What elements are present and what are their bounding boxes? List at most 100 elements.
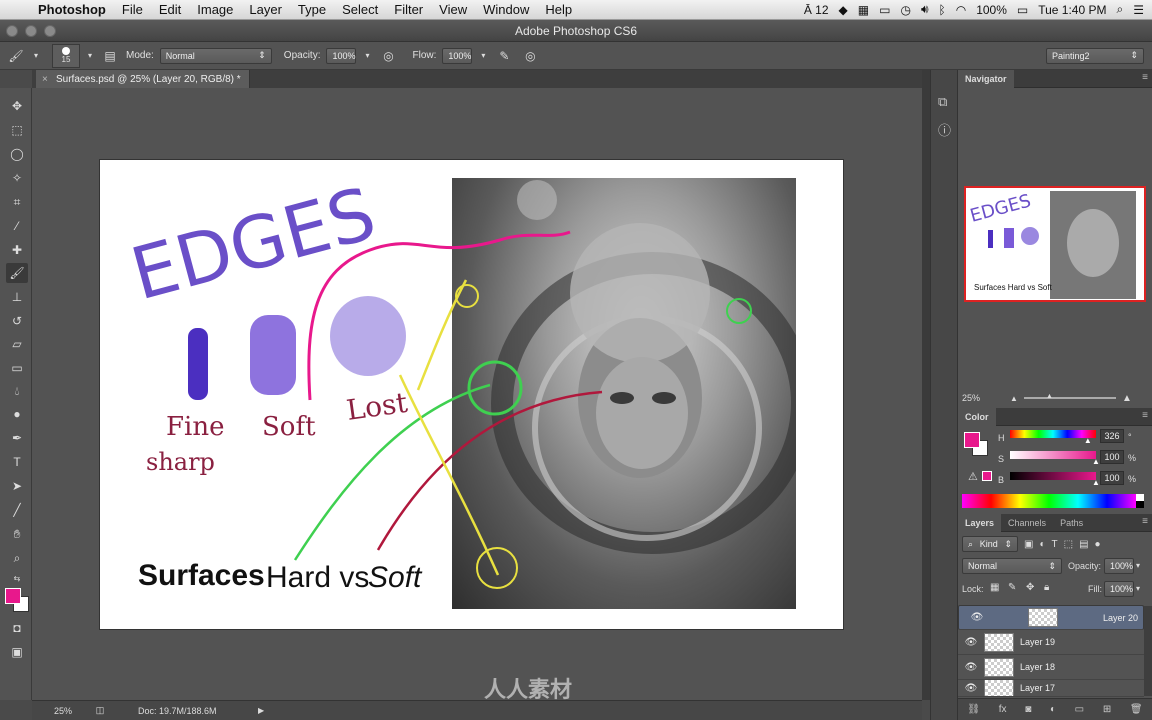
brush-size-picker[interactable]: 15 xyxy=(52,43,80,68)
eyedropper-tool-icon[interactable]: ⁄ xyxy=(6,216,28,236)
wifi-icon[interactable]: ◠ xyxy=(956,3,966,17)
mode-select[interactable]: Normal ⇕ xyxy=(159,47,272,64)
panel-menu-icon[interactable]: ≡ xyxy=(1142,410,1148,421)
history-brush-tool-icon[interactable]: ↺ xyxy=(6,311,28,331)
zoom-in-icon[interactable]: ▲ xyxy=(1122,393,1132,404)
volume-icon[interactable]: 🔊︎ xyxy=(921,2,929,17)
layer-row[interactable]: 👁︎ Layer 17 xyxy=(958,680,1144,697)
close-tab-icon[interactable]: × xyxy=(42,74,48,85)
slider-handle-icon[interactable]: ▲ xyxy=(1046,393,1053,400)
pressure-opacity-icon[interactable]: ◎ xyxy=(378,46,398,66)
new-group-icon[interactable]: ▭ xyxy=(1075,704,1084,715)
filter-smart-object-icon[interactable]: ▤ xyxy=(1079,539,1088,550)
battery-level[interactable]: 100% xyxy=(976,3,1007,17)
navigator-zoom-slider[interactable]: ▲ xyxy=(1023,393,1116,400)
navigator-thumbnail[interactable]: EDGES Surfaces Hard vs Soft xyxy=(964,186,1146,302)
menu-help[interactable]: Help xyxy=(537,2,580,17)
trash-icon[interactable]: 🗑︎ xyxy=(1130,704,1143,715)
layer-row[interactable]: 👁︎ Layer 19 xyxy=(958,630,1144,655)
healing-brush-tool-icon[interactable]: ✚ xyxy=(6,240,28,260)
tab-layers[interactable]: Layers xyxy=(958,513,1002,532)
screen-mode-icon[interactable]: ▣ xyxy=(6,642,28,662)
canvas-area[interactable]: EDGES Fine sharp Soft Lost Surfaces Hard… xyxy=(32,88,922,702)
zoom-window-button[interactable] xyxy=(44,25,56,37)
chevron-down-icon[interactable]: ▾ xyxy=(1136,584,1140,593)
menu-view[interactable]: View xyxy=(431,2,475,17)
menu-edit[interactable]: Edit xyxy=(151,2,189,17)
info-panel-icon[interactable]: ⓘ xyxy=(938,120,951,139)
move-tool-icon[interactable]: ✥ xyxy=(6,96,28,116)
pressure-size-icon[interactable]: ◎ xyxy=(520,46,540,66)
notification-center-icon[interactable]: ☰ xyxy=(1133,3,1144,17)
foreground-color-swatch[interactable] xyxy=(5,588,21,604)
zoom-tool-icon[interactable]: ⌕ xyxy=(6,548,28,568)
menu-select[interactable]: Select xyxy=(334,2,386,17)
filter-shape-icon[interactable]: ⬚ xyxy=(1064,539,1073,550)
lock-position-icon[interactable]: ✥ xyxy=(1026,582,1034,593)
screen-icon[interactable]: ▭ xyxy=(879,3,890,17)
swap-colors-icon[interactable]: ⇆ xyxy=(6,568,28,588)
marquee-tool-icon[interactable]: ⬚ xyxy=(6,120,28,140)
ramp-black-swatch[interactable] xyxy=(1136,501,1144,508)
layer-blend-mode-select[interactable]: Normal ⇕ xyxy=(962,558,1062,574)
pen-tool-icon[interactable]: ✒ xyxy=(6,428,28,448)
hue-value[interactable]: 326 xyxy=(1100,429,1124,443)
opacity-slider-toggle[interactable]: ▾ xyxy=(362,46,372,66)
spotlight-icon[interactable]: ⌕ xyxy=(1117,2,1124,17)
eraser-tool-icon[interactable]: ▱ xyxy=(6,334,28,354)
layer-row[interactable]: 👁︎ Layer 18 xyxy=(958,655,1144,680)
status-options-icon[interactable]: ◫ xyxy=(92,705,108,716)
panel-menu-icon[interactable]: ≡ xyxy=(1142,72,1148,83)
path-selection-tool-icon[interactable]: ➤ xyxy=(6,476,28,496)
airbrush-icon[interactable]: ✎ xyxy=(494,46,514,66)
adjustment-layer-icon[interactable]: ◐ xyxy=(1050,704,1056,715)
brush-panel-toggle-icon[interactable]: ▤ xyxy=(100,46,120,66)
new-layer-icon[interactable]: ⊞ xyxy=(1103,704,1111,715)
visibility-eye-icon[interactable]: 👁︎ xyxy=(958,637,984,648)
type-tool-icon[interactable]: T xyxy=(6,452,28,472)
visibility-eye-icon[interactable]: 👁︎ xyxy=(958,662,984,673)
play-icon[interactable]: ▶ xyxy=(258,706,264,715)
clock[interactable]: Tue 1:40 PM xyxy=(1038,3,1106,17)
time-machine-icon[interactable]: ◷ xyxy=(900,3,910,17)
tab-navigator[interactable]: Navigator xyxy=(958,69,1014,88)
close-window-button[interactable] xyxy=(6,25,18,37)
gamut-warning-icon[interactable]: ⚠ xyxy=(968,470,978,483)
blur-tool-icon[interactable]: 💧︎ xyxy=(6,381,28,401)
app-menu[interactable]: Photoshop xyxy=(30,2,114,17)
dodge-tool-icon[interactable]: ● xyxy=(6,404,28,424)
menu-file[interactable]: File xyxy=(114,2,151,17)
canvas-vertical-scrollbar[interactable] xyxy=(922,70,930,700)
magic-wand-tool-icon[interactable]: ✧ xyxy=(6,168,28,188)
menu-window[interactable]: Window xyxy=(475,2,537,17)
visibility-eye-icon[interactable]: 👁︎ xyxy=(964,612,990,623)
layer-row[interactable]: 👁︎ Layer 20 xyxy=(958,605,1144,630)
filter-pixel-icon[interactable]: ▣ xyxy=(1024,539,1033,550)
hue-slider[interactable]: ▲ xyxy=(1010,430,1096,445)
visibility-eye-icon[interactable]: 👁︎ xyxy=(958,683,984,694)
adobe-status-icon[interactable]: Ā 12 xyxy=(804,3,829,17)
brightness-value[interactable]: 100 xyxy=(1100,471,1124,485)
lock-transparent-icon[interactable]: ▦ xyxy=(990,582,999,593)
line-tool-icon[interactable]: ╱ xyxy=(6,500,28,520)
slider-handle-icon[interactable]: ▲ xyxy=(1092,478,1100,487)
zoom-out-icon[interactable]: ▲ xyxy=(1010,394,1018,403)
link-layers-icon[interactable]: ⛓︎ xyxy=(967,704,980,715)
brush-tool-icon[interactable]: 🖌︎ xyxy=(6,263,28,283)
chevron-down-icon[interactable]: ▾ xyxy=(1136,561,1140,570)
lasso-tool-icon[interactable]: ◯ xyxy=(6,144,28,164)
saturation-value[interactable]: 100 xyxy=(1100,450,1124,464)
menu-type[interactable]: Type xyxy=(290,2,334,17)
panel-menu-icon[interactable]: ≡ xyxy=(1142,516,1148,527)
hand-tool-icon[interactable]: ✋︎ xyxy=(6,524,28,544)
color-fg-swatch[interactable] xyxy=(964,432,980,448)
tab-paths[interactable]: Paths xyxy=(1053,514,1090,532)
fill-field[interactable]: 100% xyxy=(1104,581,1134,597)
zoom-level[interactable]: 25% xyxy=(32,706,92,716)
color-spectrum-ramp[interactable] xyxy=(962,494,1136,508)
slider-handle-icon[interactable]: ▲ xyxy=(1084,436,1092,445)
filter-toggle-icon[interactable]: ● xyxy=(1095,539,1101,550)
navigator-zoom[interactable]: 25% xyxy=(962,393,980,403)
layer-opacity-field[interactable]: 100% xyxy=(1104,558,1134,574)
lock-all-icon[interactable]: 🔒︎ xyxy=(1044,582,1049,593)
